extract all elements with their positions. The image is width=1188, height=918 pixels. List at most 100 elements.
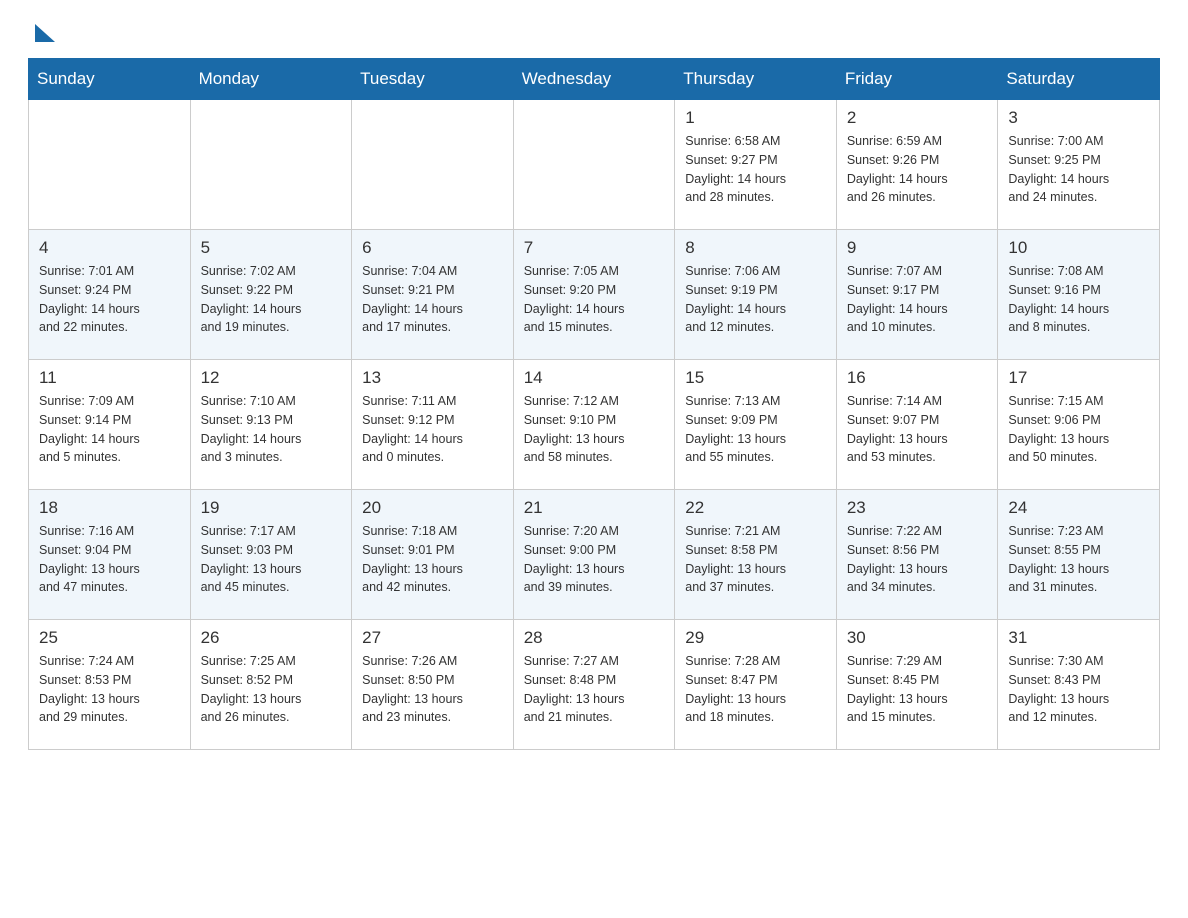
calendar-cell: 11 Sunrise: 7:09 AM Sunset: 9:14 PM Dayli…	[29, 360, 191, 490]
calendar-cell: 13 Sunrise: 7:11 AM Sunset: 9:12 PM Dayli…	[352, 360, 514, 490]
day-info: Sunrise: 7:05 AM Sunset: 9:20 PM Dayligh…	[524, 262, 665, 337]
calendar-cell: 5 Sunrise: 7:02 AM Sunset: 9:22 PM Daylig…	[190, 230, 352, 360]
calendar-week-1: 1 Sunrise: 6:58 AM Sunset: 9:27 PM Daylig…	[29, 100, 1160, 230]
day-number: 11	[39, 368, 180, 388]
logo-triangle-icon	[35, 24, 55, 42]
weekday-header-sunday: Sunday	[29, 59, 191, 100]
day-info: Sunrise: 7:20 AM Sunset: 9:00 PM Dayligh…	[524, 522, 665, 597]
logo	[32, 24, 55, 46]
day-info: Sunrise: 7:13 AM Sunset: 9:09 PM Dayligh…	[685, 392, 826, 467]
day-number: 10	[1008, 238, 1149, 258]
day-info: Sunrise: 7:15 AM Sunset: 9:06 PM Dayligh…	[1008, 392, 1149, 467]
calendar-cell: 26Sunrise: 7:25 AM Sunset: 8:52 PM Dayli…	[190, 620, 352, 750]
day-number: 15	[685, 368, 826, 388]
day-info: Sunrise: 7:29 AM Sunset: 8:45 PM Dayligh…	[847, 652, 988, 727]
weekday-header-wednesday: Wednesday	[513, 59, 675, 100]
day-number: 13	[362, 368, 503, 388]
day-number: 16	[847, 368, 988, 388]
calendar-cell: 22 Sunrise: 7:21 AM Sunset: 8:58 PM Dayli…	[675, 490, 837, 620]
day-number: 19	[201, 498, 342, 518]
day-number: 27	[362, 628, 503, 648]
calendar-cell: 7 Sunrise: 7:05 AM Sunset: 9:20 PM Daylig…	[513, 230, 675, 360]
day-info: Sunrise: 7:11 AM Sunset: 9:12 PM Dayligh…	[362, 392, 503, 467]
calendar-cell: 29 Sunrise: 7:28 AM Sunset: 8:47 PM Dayli…	[675, 620, 837, 750]
calendar-cell: 15 Sunrise: 7:13 AM Sunset: 9:09 PM Dayli…	[675, 360, 837, 490]
day-info: Sunrise: 7:27 AM Sunset: 8:48 PM Dayligh…	[524, 652, 665, 727]
page-header	[0, 0, 1188, 58]
calendar-cell: 28 Sunrise: 7:27 AM Sunset: 8:48 PM Dayli…	[513, 620, 675, 750]
day-info: Sunrise: 7:17 AM Sunset: 9:03 PM Dayligh…	[201, 522, 342, 597]
calendar-cell: 31 Sunrise: 7:30 AM Sunset: 8:43 PM Dayli…	[998, 620, 1160, 750]
weekday-header-friday: Friday	[836, 59, 998, 100]
day-number: 24	[1008, 498, 1149, 518]
calendar-week-3: 11 Sunrise: 7:09 AM Sunset: 9:14 PM Dayli…	[29, 360, 1160, 490]
calendar-cell: 12Sunrise: 7:10 AM Sunset: 9:13 PM Dayli…	[190, 360, 352, 490]
calendar-cell: 10 Sunrise: 7:08 AM Sunset: 9:16 PM Dayli…	[998, 230, 1160, 360]
calendar-week-2: 4 Sunrise: 7:01 AM Sunset: 9:24 PM Daylig…	[29, 230, 1160, 360]
day-number: 20	[362, 498, 503, 518]
day-number: 8	[685, 238, 826, 258]
day-number: 22	[685, 498, 826, 518]
day-info: Sunrise: 7:23 AM Sunset: 8:55 PM Dayligh…	[1008, 522, 1149, 597]
calendar-week-4: 18Sunrise: 7:16 AM Sunset: 9:04 PM Dayli…	[29, 490, 1160, 620]
day-number: 25	[39, 628, 180, 648]
calendar-cell: 4 Sunrise: 7:01 AM Sunset: 9:24 PM Daylig…	[29, 230, 191, 360]
day-info: Sunrise: 7:30 AM Sunset: 8:43 PM Dayligh…	[1008, 652, 1149, 727]
calendar-cell: 19 Sunrise: 7:17 AM Sunset: 9:03 PM Dayli…	[190, 490, 352, 620]
calendar-cell: 3Sunrise: 7:00 AM Sunset: 9:25 PM Daylig…	[998, 100, 1160, 230]
day-number: 9	[847, 238, 988, 258]
day-info: Sunrise: 7:22 AM Sunset: 8:56 PM Dayligh…	[847, 522, 988, 597]
calendar-cell: 21Sunrise: 7:20 AM Sunset: 9:00 PM Dayli…	[513, 490, 675, 620]
calendar-cell: 6Sunrise: 7:04 AM Sunset: 9:21 PM Daylig…	[352, 230, 514, 360]
day-info: Sunrise: 7:10 AM Sunset: 9:13 PM Dayligh…	[201, 392, 342, 467]
day-number: 29	[685, 628, 826, 648]
day-info: Sunrise: 6:59 AM Sunset: 9:26 PM Dayligh…	[847, 132, 988, 207]
calendar-table: SundayMondayTuesdayWednesdayThursdayFrid…	[28, 58, 1160, 750]
day-info: Sunrise: 7:14 AM Sunset: 9:07 PM Dayligh…	[847, 392, 988, 467]
day-info: Sunrise: 6:58 AM Sunset: 9:27 PM Dayligh…	[685, 132, 826, 207]
calendar-cell: 9 Sunrise: 7:07 AM Sunset: 9:17 PM Daylig…	[836, 230, 998, 360]
calendar-cell: 8 Sunrise: 7:06 AM Sunset: 9:19 PM Daylig…	[675, 230, 837, 360]
day-number: 5	[201, 238, 342, 258]
day-number: 6	[362, 238, 503, 258]
day-number: 2	[847, 108, 988, 128]
day-info: Sunrise: 7:18 AM Sunset: 9:01 PM Dayligh…	[362, 522, 503, 597]
day-info: Sunrise: 7:09 AM Sunset: 9:14 PM Dayligh…	[39, 392, 180, 467]
day-number: 1	[685, 108, 826, 128]
day-number: 23	[847, 498, 988, 518]
day-info: Sunrise: 7:01 AM Sunset: 9:24 PM Dayligh…	[39, 262, 180, 337]
day-info: Sunrise: 7:07 AM Sunset: 9:17 PM Dayligh…	[847, 262, 988, 337]
calendar-cell: 24 Sunrise: 7:23 AM Sunset: 8:55 PM Dayli…	[998, 490, 1160, 620]
day-info: Sunrise: 7:06 AM Sunset: 9:19 PM Dayligh…	[685, 262, 826, 337]
calendar-cell: 25 Sunrise: 7:24 AM Sunset: 8:53 PM Dayli…	[29, 620, 191, 750]
day-info: Sunrise: 7:21 AM Sunset: 8:58 PM Dayligh…	[685, 522, 826, 597]
day-info: Sunrise: 7:08 AM Sunset: 9:16 PM Dayligh…	[1008, 262, 1149, 337]
day-info: Sunrise: 7:12 AM Sunset: 9:10 PM Dayligh…	[524, 392, 665, 467]
calendar-cell: 23 Sunrise: 7:22 AM Sunset: 8:56 PM Dayli…	[836, 490, 998, 620]
calendar-cell	[190, 100, 352, 230]
calendar-cell: 2 Sunrise: 6:59 AM Sunset: 9:26 PM Daylig…	[836, 100, 998, 230]
day-number: 4	[39, 238, 180, 258]
calendar-cell	[29, 100, 191, 230]
weekday-header-tuesday: Tuesday	[352, 59, 514, 100]
day-number: 7	[524, 238, 665, 258]
calendar-cell	[352, 100, 514, 230]
day-info: Sunrise: 7:02 AM Sunset: 9:22 PM Dayligh…	[201, 262, 342, 337]
weekday-header-monday: Monday	[190, 59, 352, 100]
calendar-week-5: 25 Sunrise: 7:24 AM Sunset: 8:53 PM Dayli…	[29, 620, 1160, 750]
day-info: Sunrise: 7:28 AM Sunset: 8:47 PM Dayligh…	[685, 652, 826, 727]
day-number: 14	[524, 368, 665, 388]
day-number: 31	[1008, 628, 1149, 648]
calendar-cell: 17Sunrise: 7:15 AM Sunset: 9:06 PM Dayli…	[998, 360, 1160, 490]
day-number: 26	[201, 628, 342, 648]
day-info: Sunrise: 7:26 AM Sunset: 8:50 PM Dayligh…	[362, 652, 503, 727]
calendar-cell: 1 Sunrise: 6:58 AM Sunset: 9:27 PM Daylig…	[675, 100, 837, 230]
day-number: 18	[39, 498, 180, 518]
day-number: 28	[524, 628, 665, 648]
day-info: Sunrise: 7:24 AM Sunset: 8:53 PM Dayligh…	[39, 652, 180, 727]
weekday-header-thursday: Thursday	[675, 59, 837, 100]
calendar-cell: 27 Sunrise: 7:26 AM Sunset: 8:50 PM Dayli…	[352, 620, 514, 750]
calendar-cell	[513, 100, 675, 230]
calendar-cell: 16 Sunrise: 7:14 AM Sunset: 9:07 PM Dayli…	[836, 360, 998, 490]
calendar-cell: 14 Sunrise: 7:12 AM Sunset: 9:10 PM Dayli…	[513, 360, 675, 490]
